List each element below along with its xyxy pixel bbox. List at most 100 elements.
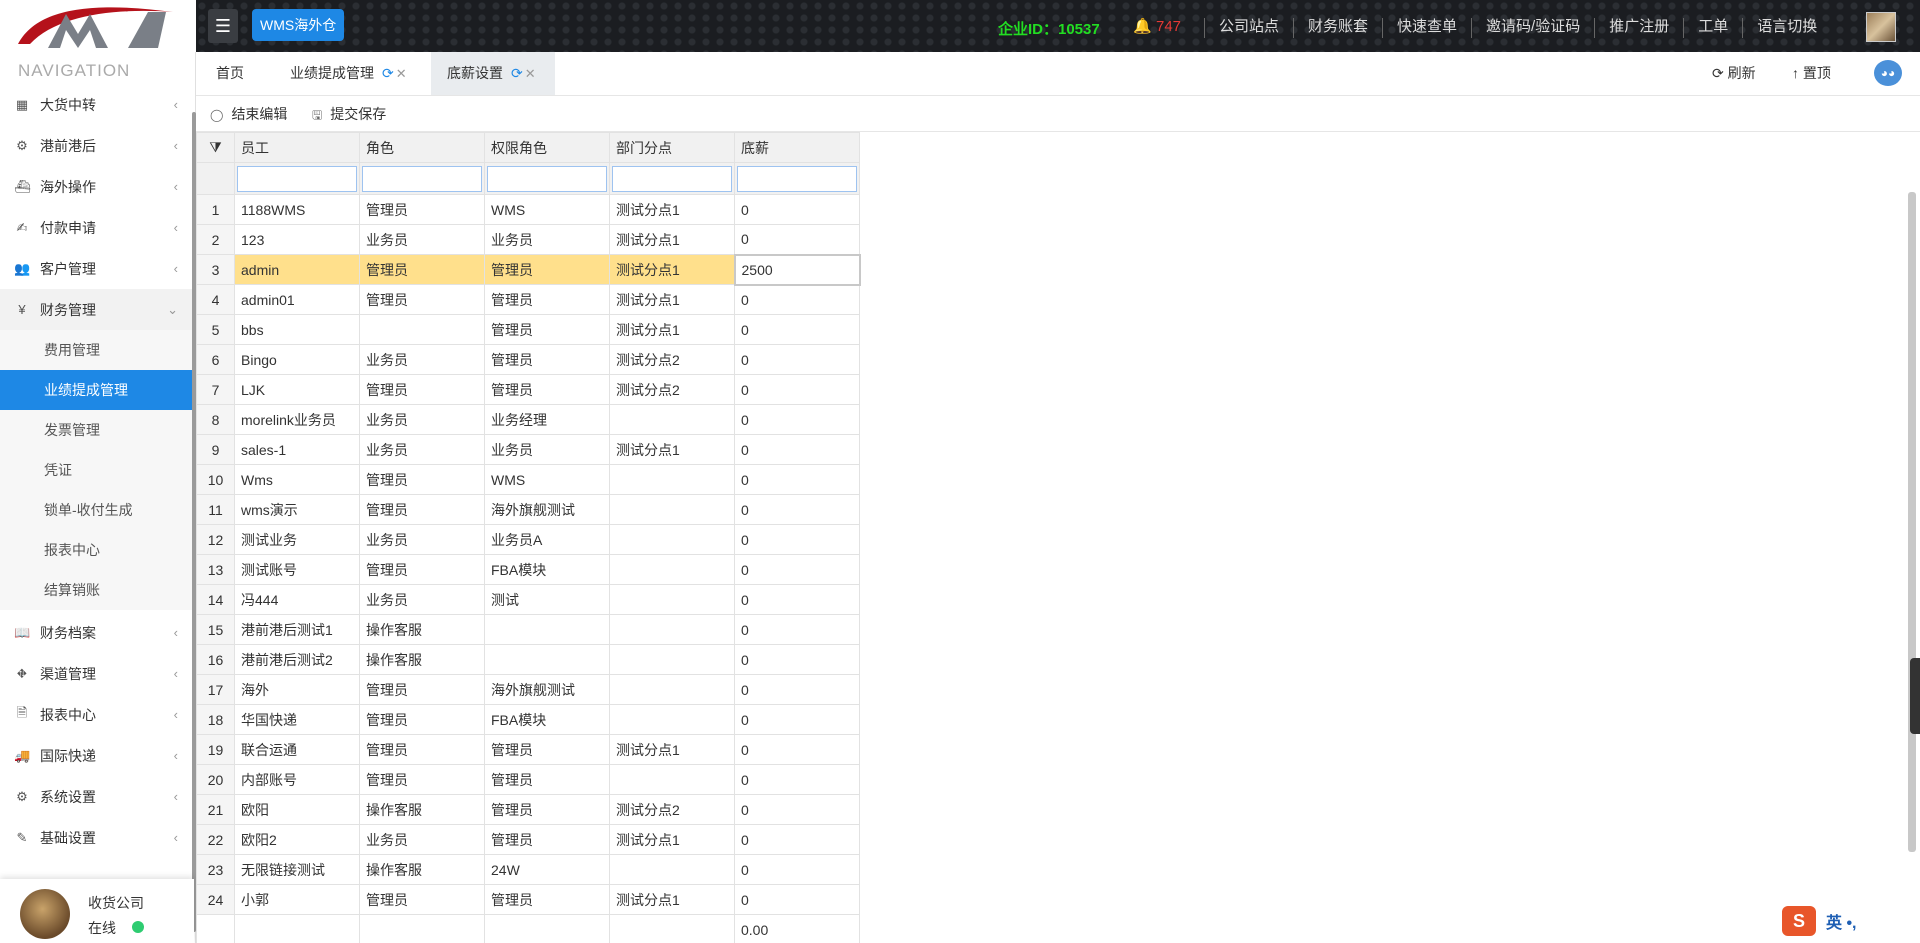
table-cell[interactable]: bbs [234,314,360,345]
sidebar-subitem-lock[interactable]: 锁单-收付生成 [0,490,192,530]
table-cell[interactable]: 管理员 [484,734,610,765]
table-cell[interactable]: 操作客服 [359,644,485,675]
refresh-icon[interactable]: ⟳ [382,65,394,81]
table-cell[interactable]: 港前港后测试2 [234,644,360,675]
table-row[interactable]: 8 morelink业务员 业务员 业务经理 0 [196,404,860,435]
table-cell[interactable]: 0 [734,284,860,315]
table-row[interactable]: 9 sales-1 业务员 业务员 测试分点1 0 [196,434,860,465]
table-cell[interactable] [609,674,735,705]
table-cell[interactable] [609,404,735,435]
table-cell[interactable]: 测试分点1 [609,734,735,765]
table-cell[interactable]: Bingo [234,344,360,375]
table-cell[interactable]: 1188WMS [234,194,360,225]
table-cell[interactable]: 管理员 [359,764,485,795]
table-cell[interactable]: 业务员 [359,344,485,375]
table-cell[interactable]: 管理员 [484,314,610,345]
table-cell[interactable]: 2500 [733,253,861,286]
table-cell[interactable]: 管理员 [484,254,610,285]
table-cell[interactable]: 0 [734,884,860,915]
table-cell[interactable]: 0 [734,404,860,435]
table-cell[interactable]: 管理员 [484,344,610,375]
table-cell[interactable]: admin [234,254,360,285]
table-cell[interactable]: FBA模块 [484,554,610,585]
sidebar-item-port[interactable]: ⚙ 港前港后 ‹ [0,125,192,166]
sidebar-item-finance-archive[interactable]: 📖 财务档案 ‹ [0,612,192,653]
table-cell[interactable]: 0 [734,224,860,255]
table-cell[interactable]: 测试分点1 [609,194,735,225]
table-cell[interactable]: 测试业务 [234,524,360,555]
table-row[interactable]: 1 1188WMS 管理员 WMS 测试分点1 0 [196,194,860,225]
table-cell[interactable]: 测试分点1 [609,314,735,345]
table-row[interactable]: 7 LJK 管理员 管理员 测试分点2 0 [196,374,860,405]
filter-input-role[interactable] [362,165,482,192]
table-cell[interactable]: 海外 [234,674,360,705]
table-cell[interactable]: Wms [234,464,360,495]
user-avatar-top[interactable] [1866,12,1896,42]
sidebar-subitem-voucher[interactable]: 凭证 [0,450,192,490]
table-cell[interactable] [609,584,735,615]
table-cell[interactable]: 业务员 [484,224,610,255]
table-cell[interactable] [609,854,735,885]
close-icon[interactable]: ✕ [396,66,407,81]
table-cell[interactable]: 业务员 [359,404,485,435]
table-row[interactable]: 18 华国快递 管理员 FBA模块 0 [196,704,860,735]
menu-toggle-button[interactable]: ☰ [208,9,238,43]
table-cell[interactable]: 管理员 [359,254,485,285]
sidebar-subitem-invoice[interactable]: 发票管理 [0,410,192,450]
column-header[interactable]: 员工 [234,132,360,163]
link-company-site[interactable]: 公司站点 [1204,18,1293,38]
sidebar-subitem-fees[interactable]: 费用管理 [0,330,192,370]
table-row[interactable]: 3 admin 管理员 管理员 测试分点1 2500 [196,253,861,286]
table-cell[interactable] [609,644,735,675]
sidebar-subitem-reports[interactable]: 报表中心 [0,530,192,570]
ime-indicator[interactable]: S 英 •, [1782,906,1857,936]
table-cell[interactable]: 海外旗舰测试 [484,674,610,705]
sidebar-item-express[interactable]: 🚚 国际快递 ‹ [0,735,192,776]
table-cell[interactable]: 测试分点2 [609,374,735,405]
table-cell[interactable]: 欧阳 [234,794,360,825]
sidebar-item-channels[interactable]: ⛖ 渠道管理 ‹ [0,653,192,694]
table-cell[interactable]: 24W [484,854,610,885]
table-row[interactable]: 10 Wms 管理员 WMS 0 [196,464,860,495]
table-cell[interactable]: 0 [734,494,860,525]
sidebar-item-customers[interactable]: 👥 客户管理 ‹ [0,248,192,289]
sidebar-subitem-commission[interactable]: 业绩提成管理 [0,370,192,410]
close-icon[interactable]: ✕ [525,66,536,81]
table-cell[interactable]: 0 [734,824,860,855]
table-cell[interactable]: 0 [734,344,860,375]
table-cell[interactable] [609,614,735,645]
table-row[interactable]: 20 内部账号 管理员 管理员 0 [196,764,860,795]
tab-commission[interactable]: 业绩提成管理 ⟳ ✕ [290,52,407,95]
table-cell[interactable]: 测试分点2 [609,344,735,375]
filter-input-permission[interactable] [487,165,607,192]
table-cell[interactable]: 管理员 [359,674,485,705]
table-row[interactable]: 15 港前港后测试1 操作客服 0 [196,614,860,645]
table-cell[interactable]: WMS [484,194,610,225]
table-cell[interactable]: 测试账号 [234,554,360,585]
table-cell[interactable]: 管理员 [484,374,610,405]
table-row[interactable]: 22 欧阳2 业务员 管理员 测试分点1 0 [196,824,860,855]
link-ticket[interactable]: 工单 [1683,18,1742,38]
pin-top-button[interactable]: ↑ 置顶 [1792,52,1831,95]
table-cell[interactable]: wms演示 [234,494,360,525]
table-cell[interactable]: 业务经理 [484,404,610,435]
table-row[interactable]: 4 admin01 管理员 管理员 测试分点1 0 [196,284,860,315]
brand-button[interactable]: WMS海外仓 [252,9,345,41]
table-cell[interactable]: 0 [734,584,860,615]
table-cell[interactable]: 0 [734,794,860,825]
table-cell[interactable]: 0 [734,464,860,495]
table-row[interactable]: 12 测试业务 业务员 业务员A 0 [196,524,860,555]
table-cell[interactable]: 0 [734,194,860,225]
table-cell[interactable]: 小郭 [234,884,360,915]
table-row[interactable]: 5 bbs 管理员 测试分点1 0 [196,314,860,345]
avatar[interactable] [20,889,70,939]
table-cell[interactable]: 0 [734,524,860,555]
table-cell[interactable] [609,464,735,495]
tab-base-salary[interactable]: 底薪设置 ⟳ ✕ [431,52,555,95]
table-row[interactable]: 21 欧阳 操作客服 管理员 测试分点2 0 [196,794,860,825]
table-row[interactable]: 13 测试账号 管理员 FBA模块 0 [196,554,860,585]
submit-save-button[interactable]: 🖫 提交保存 [312,96,386,132]
table-cell[interactable]: 华国快递 [234,704,360,735]
sidebar-item-finance[interactable]: ¥ 财务管理 ⌄ [0,289,192,330]
link-finance-ledger[interactable]: 财务账套 [1293,18,1382,38]
